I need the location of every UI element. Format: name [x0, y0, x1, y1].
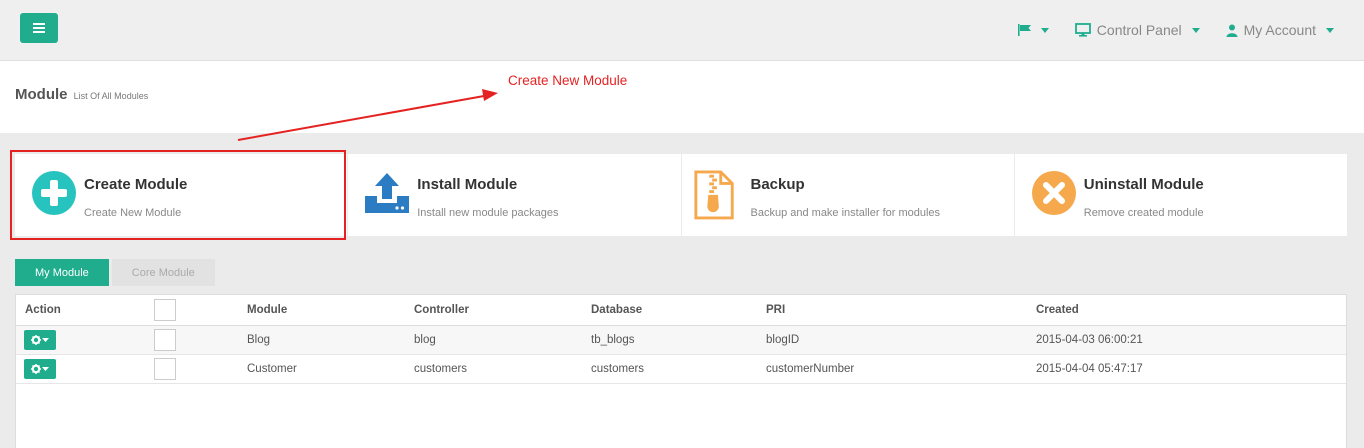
table-row: Blog blog tb_blogs blogID 2015-04-03 06:… [16, 325, 1346, 355]
modules-table: Action Module Controller Database PRI Cr… [15, 294, 1347, 448]
cell-created: 2015-04-03 06:00:21 [1036, 325, 1346, 355]
flag-icon [1017, 24, 1031, 36]
cell-pri: blogID [766, 325, 1036, 355]
install-module-card[interactable]: Install Module Install new module packag… [348, 154, 682, 236]
card-description: Remove created module [1083, 207, 1204, 219]
chevron-down-icon [42, 366, 49, 371]
cell-module: Blog [247, 325, 414, 355]
column-header-pri: PRI [766, 295, 1036, 326]
page-subtitle: List Of All Modules [73, 91, 149, 101]
chevron-down-icon [1191, 27, 1200, 33]
row-checkbox[interactable] [154, 329, 176, 351]
cell-pri: customerNumber [766, 354, 1036, 384]
column-header-database: Database [591, 295, 766, 326]
page-header: Module List Of All Modules [0, 61, 1364, 133]
card-title: Backup [750, 176, 805, 193]
chevron-down-icon [1326, 27, 1334, 33]
language-dropdown[interactable] [1017, 24, 1049, 36]
zip-file-icon [693, 170, 734, 220]
chevron-down-icon [1040, 27, 1049, 33]
tab-core-module[interactable]: Core Module [111, 259, 215, 286]
user-icon [1226, 24, 1238, 37]
annotation-label: Create New Module [508, 73, 628, 88]
cell-controller: blog [414, 325, 591, 355]
row-action-button[interactable] [24, 330, 56, 350]
chevron-down-icon [42, 337, 49, 342]
top-navbar: Control Panel My Account [0, 0, 1364, 61]
row-checkbox[interactable] [154, 358, 176, 380]
cell-module: Customer [247, 354, 414, 384]
gear-icon [31, 335, 41, 345]
my-account-dropdown[interactable]: My Account [1226, 22, 1334, 38]
module-tabs: My Module Core Module [15, 259, 215, 286]
card-title: Uninstall Module [1083, 176, 1204, 193]
table-header-row: Action Module Controller Database PRI Cr… [16, 295, 1346, 326]
column-header-select [154, 295, 247, 326]
gear-icon [31, 364, 41, 374]
tab-my-module[interactable]: My Module [15, 259, 109, 286]
my-account-label: My Account [1243, 22, 1316, 38]
card-description: Install new module packages [417, 207, 559, 219]
page-title-text: Module [15, 86, 68, 103]
cell-controller: customers [414, 354, 591, 384]
column-header-module: Module [247, 295, 414, 326]
control-panel-dropdown[interactable]: Control Panel [1074, 22, 1200, 38]
highlight-box [10, 150, 346, 240]
column-header-action: Action [16, 295, 154, 326]
upload-icon [365, 173, 410, 213]
column-header-controller: Controller [414, 295, 591, 326]
cell-created: 2015-04-04 05:47:17 [1036, 354, 1346, 384]
cell-database: customers [591, 354, 766, 384]
select-all-checkbox[interactable] [154, 299, 176, 321]
card-title: Install Module [417, 176, 518, 193]
cell-database: tb_blogs [591, 325, 766, 355]
uninstall-module-card[interactable]: Uninstall Module Remove created module [1015, 154, 1347, 236]
column-header-created: Created [1036, 295, 1346, 326]
x-circle-icon [1031, 171, 1076, 215]
page-title: Module List Of All Modules [15, 86, 148, 103]
card-description: Backup and make installer for modules [750, 207, 941, 219]
menu-toggle-button[interactable] [20, 13, 58, 43]
monitor-icon [1074, 23, 1091, 37]
control-panel-label: Control Panel [1096, 22, 1182, 38]
hamburger-icon [33, 23, 45, 33]
row-action-button[interactable] [24, 359, 56, 379]
table-row: Customer customers customers customerNum… [16, 354, 1346, 384]
backup-card[interactable]: Backup Backup and make installer for mod… [682, 154, 1015, 236]
